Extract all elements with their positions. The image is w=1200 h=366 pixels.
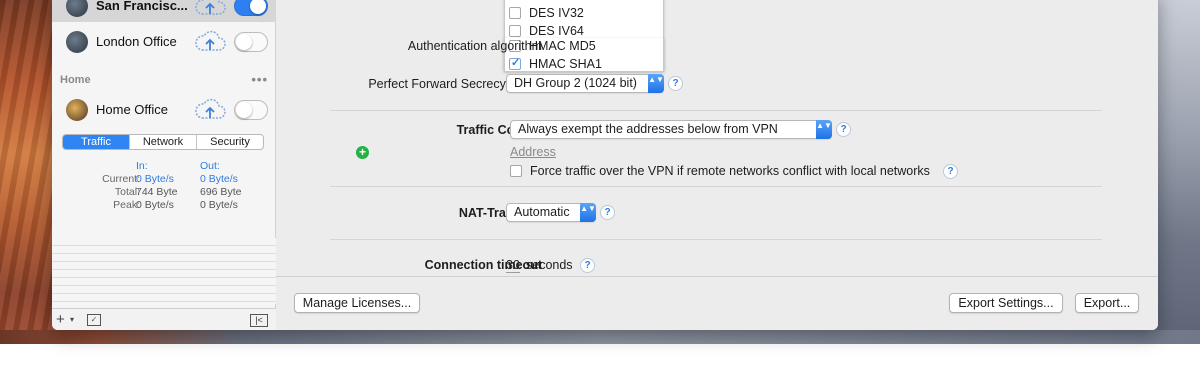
force-traffic-label: Force traffic over the VPN if remote net… (530, 164, 930, 178)
stat-out: 0 Byte/s (200, 173, 238, 185)
connection-timeout-input[interactable]: 30 (506, 258, 520, 273)
home-avatar-icon (66, 99, 88, 121)
globe-avatar-icon (66, 0, 88, 17)
option-label: DES IV32 (529, 6, 584, 20)
sidebar: San Francisc... London Office Home ••• H… (52, 0, 276, 330)
empty-list-area (52, 238, 276, 304)
connection-name: Home Office (96, 102, 169, 117)
stat-out: 696 Byte (200, 186, 242, 198)
connection-toggle[interactable] (234, 32, 268, 52)
section-divider (330, 186, 1102, 187)
stepper-icon: ▲▼ (816, 120, 832, 139)
checkbox[interactable] (510, 165, 522, 177)
cloud-upload-icon (195, 30, 226, 51)
checkbox[interactable] (509, 7, 521, 19)
export-settings-button[interactable]: Export Settings... (949, 293, 1063, 313)
timeout-unit-label: seconds (526, 258, 573, 272)
help-icon[interactable]: ? (836, 122, 851, 137)
cloud-upload-icon (195, 0, 226, 15)
group-more-button[interactable]: ••• (251, 72, 268, 87)
page-background (0, 344, 1200, 366)
help-icon[interactable]: ? (668, 76, 683, 91)
bottom-toolbar: Manage Licenses... Export Settings... Ex… (276, 276, 1158, 330)
force-traffic-option[interactable]: Force traffic over the VPN if remote net… (510, 164, 930, 178)
stepper-icon: ▲▼ (580, 203, 596, 222)
settings-panel: DES IV32 DES IV64 HMAC MD5 HMAC SHA1 Aut… (276, 0, 1158, 330)
add-address-icon[interactable]: + (356, 146, 369, 159)
pfs-value: DH Group 2 (1024 bit) (514, 76, 637, 90)
desktop-wallpaper-left (0, 0, 60, 344)
option-des-iv32[interactable]: DES IV32 (509, 6, 584, 20)
desktop-wallpaper-bottom (0, 330, 1200, 344)
option-label: HMAC SHA1 (529, 57, 602, 71)
add-connection-button[interactable]: + (56, 311, 65, 328)
traffic-stats: In: Out: Current: 0 Byte/s 0 Byte/s Tota… (62, 160, 266, 212)
action-menu-icon[interactable]: ✓ (87, 314, 101, 326)
option-label: DES IV64 (529, 24, 584, 38)
tab-traffic[interactable]: Traffic (63, 135, 130, 149)
stats-row-current: Current: 0 Byte/s 0 Byte/s (62, 173, 266, 186)
add-menu-chevron-icon[interactable]: ▾ (70, 315, 74, 324)
stat-out: 0 Byte/s (200, 199, 238, 211)
help-icon[interactable]: ? (600, 205, 615, 220)
export-button[interactable]: Export... (1075, 293, 1139, 313)
pfs-select[interactable]: DH Group 2 (1024 bit) ▲▼ (506, 74, 664, 93)
connection-london-office[interactable]: London Office (52, 26, 276, 58)
stat-label: Current: (102, 173, 140, 185)
connection-san-francisco[interactable]: San Francisc... (52, 0, 276, 22)
section-divider (330, 110, 1102, 111)
checkbox-checked[interactable] (509, 56, 521, 70)
cloud-upload-icon (195, 98, 226, 119)
connection-timeout-label: Connection timeout (424, 258, 542, 272)
connection-name: San Francisc... (96, 0, 188, 13)
option-des-iv64[interactable]: DES IV64 (509, 24, 584, 38)
stepper-icon: ▲▼ (648, 74, 664, 93)
connection-toggle[interactable] (234, 100, 268, 120)
connection-name: London Office (96, 34, 177, 49)
help-icon[interactable]: ? (943, 164, 958, 179)
connection-toggle[interactable] (234, 0, 268, 16)
nat-traversal-value: Automatic (514, 205, 570, 219)
stat-in: 0 Byte/s (136, 199, 174, 211)
connection-home-office[interactable]: Home Office (52, 94, 276, 126)
checkbox[interactable] (509, 25, 521, 37)
auth-algorithm-label: Authentication algorithm (407, 39, 542, 53)
out-header: Out: (200, 160, 220, 172)
stat-in: 0 Byte/s (136, 173, 174, 185)
section-divider (330, 239, 1102, 240)
tab-security[interactable]: Security (197, 135, 263, 149)
globe-avatar-icon (66, 31, 88, 53)
stats-row-peak: Peak: 0 Byte/s 0 Byte/s (62, 199, 266, 212)
traffic-control-value: Always exempt the addresses below from V… (518, 122, 778, 136)
stats-tab-bar: Traffic Network Security (62, 134, 264, 150)
option-hmac-sha1[interactable]: HMAC SHA1 (509, 56, 602, 71)
group-header-home: Home ••• (60, 72, 268, 88)
app-window: San Francisc... London Office Home ••• H… (52, 0, 1158, 330)
stats-row-total: Total: 744 Byte 696 Byte (62, 186, 266, 199)
tab-network[interactable]: Network (130, 135, 197, 149)
in-header: In: (136, 160, 148, 172)
manage-licenses-button[interactable]: Manage Licenses... (294, 293, 420, 313)
help-icon[interactable]: ? (580, 258, 595, 273)
stat-in: 744 Byte (136, 186, 178, 198)
sidebar-footer: + ▾ ✓ |< (52, 308, 276, 330)
nat-traversal-select[interactable]: Automatic ▲▼ (506, 203, 596, 222)
collapse-sidebar-icon[interactable]: |< (250, 314, 268, 327)
group-name: Home (60, 74, 91, 86)
address-column-header: Address (510, 145, 556, 159)
traffic-control-select[interactable]: Always exempt the addresses below from V… (510, 120, 832, 139)
